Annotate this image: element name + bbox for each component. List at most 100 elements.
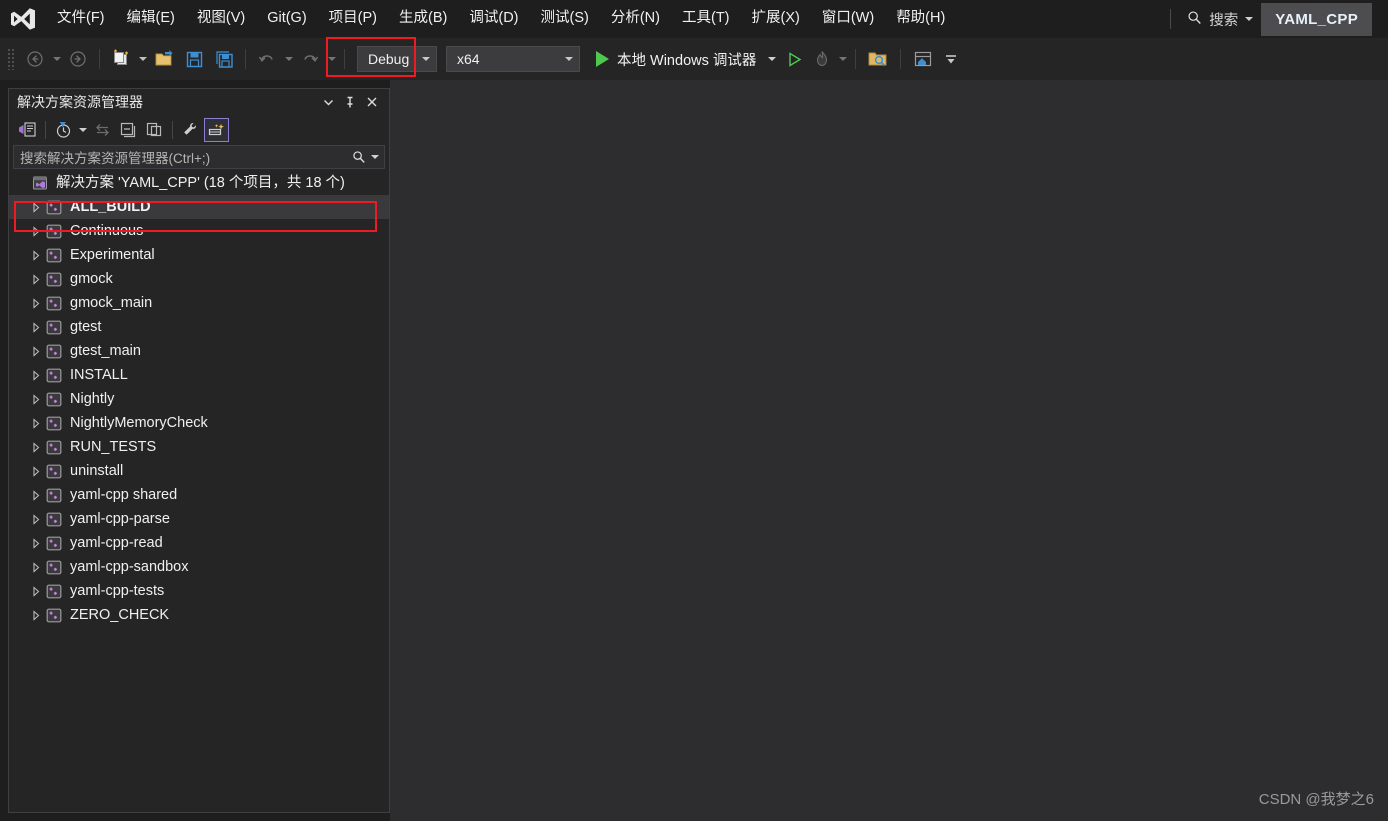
menu-item-view[interactable]: 视图(V)	[188, 5, 254, 32]
undo-dropdown[interactable]	[282, 45, 295, 73]
chevron-right-icon[interactable]	[27, 579, 45, 603]
tree-item-yaml-cpp-sandbox[interactable]: yaml-cpp-sandbox	[9, 555, 389, 579]
chevron-right-icon[interactable]	[27, 315, 45, 339]
new-project-dropdown[interactable]	[136, 45, 149, 73]
menu-item-project[interactable]: 项目(P)	[320, 5, 386, 32]
folder-search-icon[interactable]	[863, 45, 893, 73]
undo-icon[interactable]	[253, 45, 281, 73]
tree-item-yaml-cpp-shared[interactable]: yaml-cpp shared	[9, 483, 389, 507]
save-all-icon[interactable]	[210, 45, 238, 73]
close-icon[interactable]	[361, 92, 383, 112]
solution-platform-combo[interactable]: x64	[446, 46, 580, 72]
solution-explorer-tree[interactable]: 解决方案 'YAML_CPP' (18 个项目，共 18 个) ALL_BUIL…	[9, 169, 389, 812]
tree-item-yaml-cpp-parse[interactable]: yaml-cpp-parse	[9, 507, 389, 531]
show-all-files-icon[interactable]	[142, 118, 167, 142]
standard-toolbar: Debug x64 本地 Windows 调试器	[0, 38, 1388, 80]
menu-item-git[interactable]: Git(G)	[258, 5, 315, 32]
pending-changes-filter-icon[interactable]	[51, 118, 76, 142]
watermark-text: CSDN @我梦之6	[1259, 788, 1374, 809]
pin-icon[interactable]	[339, 92, 361, 112]
save-icon[interactable]	[180, 45, 208, 73]
redo-icon[interactable]	[296, 45, 324, 73]
navigate-forward-icon[interactable]	[64, 45, 92, 73]
tree-item-gmock-main[interactable]: gmock_main	[9, 291, 389, 315]
menu-item-tools[interactable]: 工具(T)	[673, 5, 739, 32]
open-file-icon[interactable]	[150, 45, 178, 73]
redo-dropdown[interactable]	[325, 45, 338, 73]
collapse-all-icon[interactable]	[116, 118, 141, 142]
chevron-right-icon[interactable]	[27, 507, 45, 531]
tree-item-install[interactable]: INSTALL	[9, 363, 389, 387]
navigate-back-icon[interactable]	[21, 45, 49, 73]
active-solution-chip[interactable]: YAML_CPP	[1261, 3, 1372, 36]
start-debugging-button[interactable]: 本地 Windows 调试器	[586, 45, 780, 74]
menu-item-window[interactable]: 窗口(W)	[813, 5, 883, 32]
tree-item-yaml-cpp-tests[interactable]: yaml-cpp-tests	[9, 579, 389, 603]
properties-icon[interactable]	[178, 118, 203, 142]
tree-item-gtest-main[interactable]: gtest_main	[9, 339, 389, 363]
code-view-icon[interactable]	[15, 118, 40, 142]
tree-item-nightly[interactable]: Nightly	[9, 387, 389, 411]
window-home-icon[interactable]	[908, 45, 938, 73]
tree-item-run-tests[interactable]: RUN_TESTS	[9, 435, 389, 459]
chevron-right-icon[interactable]	[27, 483, 45, 507]
chevron-right-icon[interactable]	[27, 411, 45, 435]
menu-item-help[interactable]: 帮助(H)	[887, 5, 954, 32]
chevron-right-icon[interactable]	[27, 459, 45, 483]
solution-configuration-combo[interactable]: Debug	[357, 46, 437, 72]
sync-with-active-document-icon[interactable]	[90, 118, 115, 142]
hot-reload-dropdown[interactable]	[836, 45, 849, 73]
menu-item-analyze[interactable]: 分析(N)	[602, 5, 669, 32]
chevron-right-icon[interactable]	[27, 219, 45, 243]
tree-item-experimental[interactable]: Experimental	[9, 243, 389, 267]
menu-item-debug[interactable]: 调试(D)	[460, 5, 527, 32]
tree-item-gtest[interactable]: gtest	[9, 315, 389, 339]
tree-item-continuous[interactable]: Continuous	[9, 219, 389, 243]
hot-reload-icon[interactable]	[809, 45, 835, 73]
toolbar-overflow-icon[interactable]	[940, 45, 962, 73]
play-icon	[596, 51, 609, 67]
cpp-project-icon	[45, 295, 62, 312]
new-project-icon[interactable]	[107, 45, 135, 73]
toolbar-separator-4	[855, 49, 856, 69]
chevron-right-icon[interactable]	[27, 363, 45, 387]
tree-item-gmock[interactable]: gmock	[9, 267, 389, 291]
chevron-right-icon[interactable]	[27, 603, 45, 627]
pending-changes-filter-dropdown[interactable]	[77, 118, 89, 142]
preview-selected-items-icon[interactable]	[204, 118, 229, 142]
menu-item-build[interactable]: 生成(B)	[390, 5, 456, 32]
menu-item-extensions[interactable]: 扩展(X)	[743, 5, 809, 32]
chevron-down-icon	[422, 57, 430, 61]
chevron-right-icon[interactable]	[27, 195, 45, 219]
menu-item-test[interactable]: 测试(S)	[532, 5, 598, 32]
tree-item-nightlymemorycheck[interactable]: NightlyMemoryCheck	[9, 411, 389, 435]
chevron-down-icon[interactable]	[371, 155, 379, 159]
chevron-right-icon[interactable]	[27, 243, 45, 267]
chevron-right-icon[interactable]	[27, 531, 45, 555]
solution-explorer-search-input[interactable]: 搜索解决方案资源管理器(Ctrl+;)	[20, 147, 352, 167]
tree-item-label: yaml-cpp-parse	[70, 512, 170, 527]
global-search-box[interactable]: 搜索	[1179, 5, 1261, 34]
play-outline-icon[interactable]	[781, 45, 807, 73]
chevron-down-icon[interactable]	[317, 92, 339, 112]
navigate-back-dropdown[interactable]	[50, 45, 63, 73]
chevron-right-icon[interactable]	[27, 387, 45, 411]
toolbar-grip-handle[interactable]	[6, 48, 16, 70]
chevron-right-icon[interactable]	[27, 267, 45, 291]
solution-explorer-search[interactable]: 搜索解决方案资源管理器(Ctrl+;)	[13, 145, 385, 169]
tree-item-zero-check[interactable]: ZERO_CHECK	[9, 603, 389, 627]
chevron-down-icon[interactable]	[768, 57, 776, 61]
chevron-right-icon[interactable]	[27, 339, 45, 363]
search-icon[interactable]	[352, 150, 366, 164]
tree-item-all-build[interactable]: ALL_BUILD	[9, 195, 389, 219]
tree-item-uninstall[interactable]: uninstall	[9, 459, 389, 483]
solution-root-node[interactable]: 解决方案 'YAML_CPP' (18 个项目，共 18 个)	[9, 171, 389, 195]
chevron-right-icon[interactable]	[27, 435, 45, 459]
toolbar-separator-5	[900, 49, 901, 69]
chevron-down-icon[interactable]	[1245, 17, 1253, 21]
menu-item-edit[interactable]: 编辑(E)	[118, 5, 184, 32]
chevron-right-icon[interactable]	[27, 291, 45, 315]
tree-item-yaml-cpp-read[interactable]: yaml-cpp-read	[9, 531, 389, 555]
chevron-right-icon[interactable]	[27, 555, 45, 579]
menu-item-file[interactable]: 文件(F)	[48, 5, 114, 32]
